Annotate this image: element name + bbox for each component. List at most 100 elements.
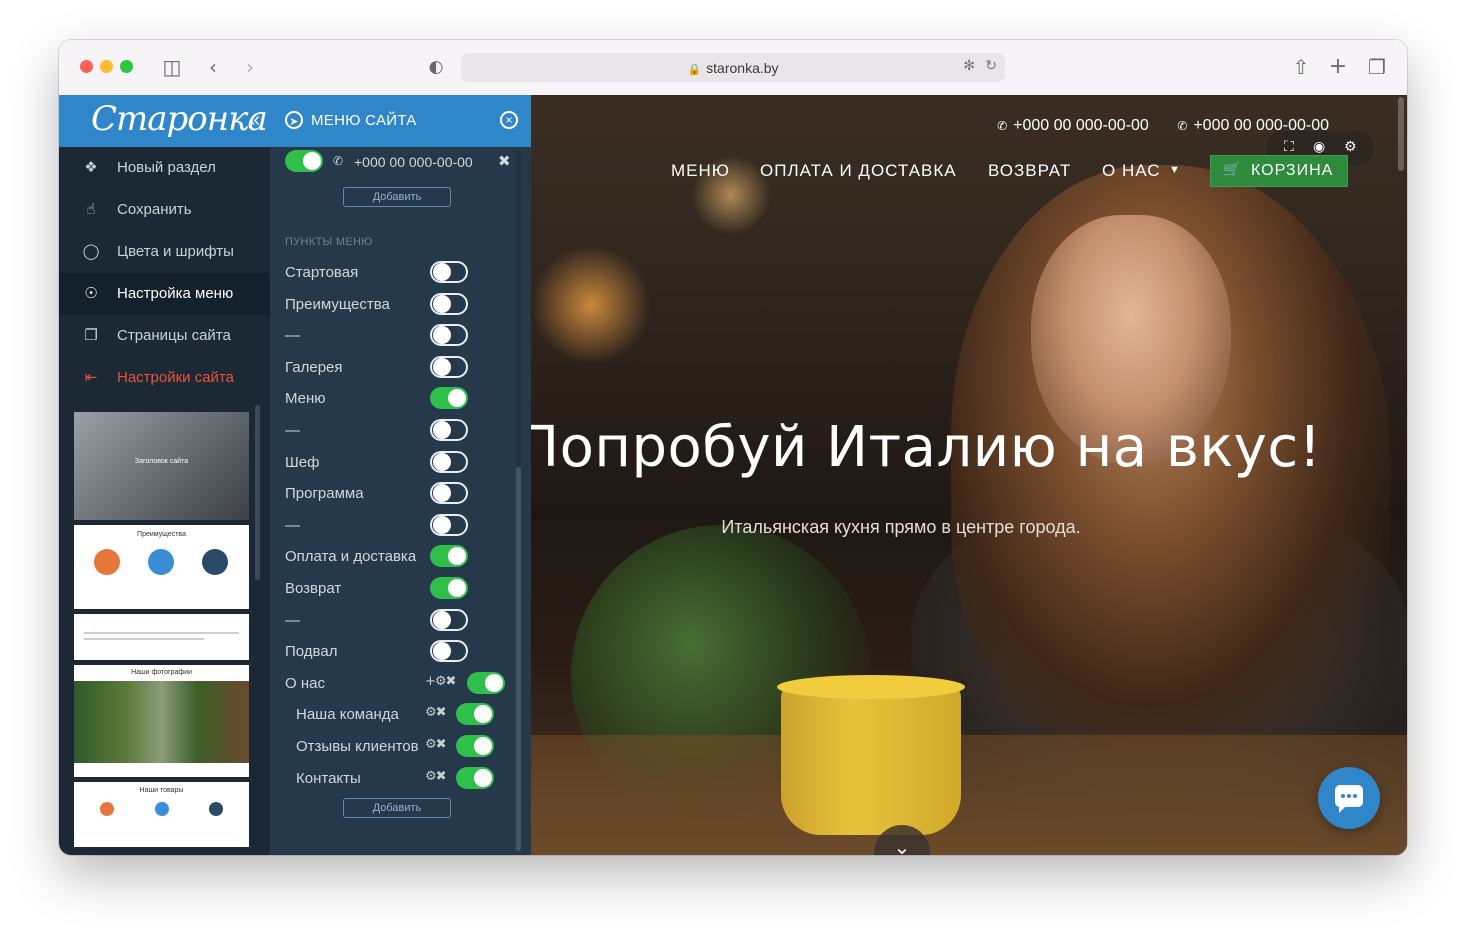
share-icon[interactable]: ⇧ xyxy=(1288,54,1314,80)
new-tab-icon[interactable]: + xyxy=(1325,54,1351,80)
menu-item-label: Наша команда xyxy=(296,706,399,723)
chat-button[interactable] xyxy=(1318,767,1380,829)
sidebar-item-save[interactable]: ☝ Сохранить xyxy=(59,189,270,231)
thumbnail-icon xyxy=(155,802,169,816)
background-table xyxy=(531,735,1407,855)
thumbnail-title: Преимущества xyxy=(137,531,186,538)
bokeh-light xyxy=(531,245,651,365)
thumbnail-title: Заголовок сайта xyxy=(134,458,189,465)
thumbnail-header[interactable]: Заголовок сайта xyxy=(74,412,249,520)
browser-window: ◫ ‹ › ◐ 🔒 staronka.by ✻ ↻ ⇧ + ❐ Старонка … xyxy=(59,40,1407,855)
thumbnail-icon xyxy=(209,802,223,816)
panel-scrollbar[interactable] xyxy=(516,467,521,851)
forward-icon[interactable]: › xyxy=(237,54,263,80)
menu-item-toggle[interactable] xyxy=(430,293,468,315)
logo: Старонка xyxy=(91,99,268,139)
reload-icon[interactable]: ↻ xyxy=(985,58,997,74)
tab-overview-icon[interactable]: ❐ xyxy=(1364,54,1390,80)
sidebar-item-label: Сохранить xyxy=(117,201,192,218)
back-icon[interactable]: ‹ xyxy=(200,54,226,80)
menu-item-toggle[interactable] xyxy=(456,767,494,789)
menu-item-toggle[interactable] xyxy=(430,261,468,283)
lightbulb-icon: ◯ xyxy=(82,242,100,260)
pages-icon: ❐ xyxy=(84,326,98,344)
settings-delete-icons[interactable]: ⚙✖ xyxy=(425,769,447,784)
thumbs-up-icon: ☝ xyxy=(86,200,96,218)
nav-item-payment-delivery[interactable]: ОПЛАТА И ДОСТАВКА xyxy=(760,161,957,181)
sidebar-toggle-icon[interactable]: ◫ xyxy=(159,54,185,80)
hero-subtitle: Итальянская кухня прямо в центре города. xyxy=(721,517,1081,537)
menu-item-toggle[interactable] xyxy=(430,609,468,631)
fullscreen-icon[interactable]: ⛶ xyxy=(1284,139,1294,155)
compass-icon: ➤ xyxy=(285,111,303,129)
menu-item-toggle[interactable] xyxy=(430,482,468,504)
privacy-shield-icon[interactable]: ◐ xyxy=(423,54,449,80)
nav-item-menu[interactable]: МЕНЮ xyxy=(671,161,730,181)
nav-item-about[interactable]: О НАС xyxy=(1102,161,1160,181)
menu-item-toggle[interactable] xyxy=(430,577,468,599)
cart-button[interactable]: 🛒 КОРЗИНА xyxy=(1210,155,1348,187)
menu-panel: ➤ МЕНЮ САЙТА × ✆ +000 00 000-00-00 ✖ Доб… xyxy=(270,95,531,855)
minimize-window-button[interactable] xyxy=(100,60,113,73)
menu-panel-header: ➤ МЕНЮ САЙТА × xyxy=(270,95,531,147)
gear-icon[interactable]: ⚙ xyxy=(1344,139,1357,155)
menu-item-toggle[interactable] xyxy=(430,640,468,662)
thumbnail-products[interactable]: Наши товары xyxy=(74,782,249,847)
sidebar-item-colors-fonts[interactable]: ◯ Цвета и шрифты xyxy=(59,231,270,273)
thumbnail-text[interactable] xyxy=(74,614,249,660)
menu-item-label: Возврат xyxy=(285,580,342,597)
sidebar-item-menu-settings[interactable]: ☉ Настройка меню xyxy=(59,273,270,315)
menu-item-label: Преимущества xyxy=(285,296,390,313)
thumbnail-line xyxy=(84,632,239,634)
settings-delete-icons[interactable]: ⚙✖ xyxy=(425,705,447,720)
sidebar-scrollbar[interactable] xyxy=(255,405,260,580)
menu-item-toggle[interactable] xyxy=(430,514,468,536)
browser-toolbar: ◫ ‹ › ◐ 🔒 staronka.by ✻ ↻ ⇧ + ❐ xyxy=(59,40,1407,96)
menu-item-toggle[interactable] xyxy=(456,735,494,757)
compass-icon: ☉ xyxy=(84,284,98,302)
close-window-button[interactable] xyxy=(80,60,93,73)
editor-sidebar: Старонка « ❖ Новый раздел ☝ Сохранить ◯ … xyxy=(59,95,270,855)
delete-phone-icon[interactable]: ✖ xyxy=(498,152,511,170)
address-bar[interactable]: 🔒 staronka.by ✻ ↻ xyxy=(461,53,1005,82)
collapse-sidebar-icon[interactable]: « xyxy=(249,109,260,132)
add-settings-delete-icons[interactable]: +⚙✖ xyxy=(425,674,456,689)
close-icon[interactable]: × xyxy=(500,111,518,129)
sidebar-item-site-settings[interactable]: ⇤ Настройки сайта xyxy=(59,357,270,399)
background-cup xyxy=(777,675,965,835)
url-text: staronka.by xyxy=(706,60,779,76)
thumbnail-line xyxy=(84,638,204,640)
chat-icon xyxy=(1335,785,1363,813)
site-scrollbar[interactable] xyxy=(1398,97,1404,171)
nav-item-return[interactable]: ВОЗВРАТ xyxy=(988,161,1071,181)
chevron-down-icon: ▼ xyxy=(1169,164,1181,176)
zoom-window-button[interactable] xyxy=(120,60,133,73)
site-preview: ✆ +000 00 000-00-00 ✆ +000 00 000-00-00 ⛶ … xyxy=(531,95,1407,855)
menu-item-toggle[interactable] xyxy=(430,356,468,378)
menu-item-label: — xyxy=(285,422,300,439)
tag-icon: ❖ xyxy=(84,158,98,176)
sidebar-item-new-section[interactable]: ❖ Новый раздел xyxy=(59,147,270,189)
add-phone-button[interactable]: Добавить xyxy=(343,187,451,207)
menu-item-toggle[interactable] xyxy=(430,419,468,441)
translate-icon[interactable]: ✻ xyxy=(963,58,975,74)
sidebar-item-label: Настройка меню xyxy=(117,285,234,302)
menu-item-toggle[interactable] xyxy=(430,387,468,409)
phone-icon: ✆ xyxy=(1177,119,1188,133)
site-phone[interactable]: +000 00 000-00-00 xyxy=(1013,117,1149,134)
menu-item-toggle[interactable] xyxy=(430,545,468,567)
cart-label: КОРЗИНА xyxy=(1251,162,1334,179)
settings-delete-icons[interactable]: ⚙✖ xyxy=(425,737,447,752)
menu-item-label: Контакты xyxy=(296,770,361,787)
sidebar-item-label: Цвета и шрифты xyxy=(117,243,234,260)
menu-item-toggle[interactable] xyxy=(430,451,468,473)
phone-toggle[interactable] xyxy=(285,150,323,172)
menu-item-toggle[interactable] xyxy=(456,703,494,725)
menu-item-toggle[interactable] xyxy=(467,672,505,694)
eye-icon[interactable]: ◉ xyxy=(1313,139,1325,155)
menu-item-toggle[interactable] xyxy=(430,324,468,346)
add-menu-item-button[interactable]: Добавить xyxy=(343,798,451,818)
thumbnail-advantages[interactable]: Преимущества xyxy=(74,525,249,609)
sidebar-item-site-pages[interactable]: ❐ Страницы сайта xyxy=(59,315,270,357)
thumbnail-photos[interactable]: Наши фотографии xyxy=(74,665,249,777)
